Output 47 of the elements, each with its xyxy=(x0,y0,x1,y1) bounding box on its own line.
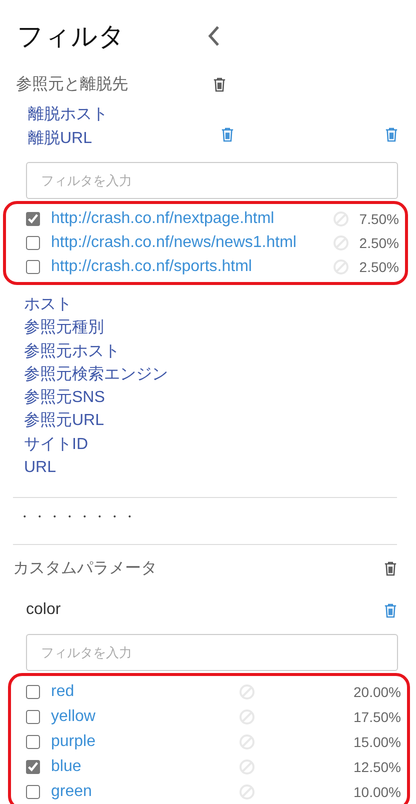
percent-text: 20.00% xyxy=(352,684,401,700)
dots-text: ・・・・・・・・ xyxy=(17,508,139,526)
trash-icon[interactable] xyxy=(221,127,234,142)
checkbox[interactable] xyxy=(26,784,40,799)
percent-text: 15.00% xyxy=(352,734,401,750)
value-link[interactable]: http://crash.co.nf/news/news1.html xyxy=(51,234,296,252)
dimension-option[interactable]: 参照元SNS xyxy=(24,386,105,410)
dimension-option[interactable]: 参照元検索エンジン xyxy=(24,362,168,386)
filter-field[interactable]: フィルタを入力 xyxy=(26,634,398,672)
dimension-option[interactable]: 参照元URL xyxy=(24,409,104,433)
percent-text: 12.50% xyxy=(352,758,401,775)
percent-text: 17.50% xyxy=(352,708,401,725)
checkbox[interactable] xyxy=(26,710,40,724)
value-link[interactable]: purple xyxy=(51,732,96,751)
value-link[interactable]: yellow xyxy=(51,708,96,726)
checkbox[interactable] xyxy=(26,684,40,699)
trash-icon[interactable] xyxy=(384,560,397,576)
dimension-option[interactable]: サイトID xyxy=(24,432,88,456)
checkbox[interactable] xyxy=(26,236,40,250)
percent-text: 7.50% xyxy=(358,211,399,227)
section-label: カスタムパラメータ xyxy=(13,558,157,579)
value-link[interactable]: green xyxy=(51,782,92,801)
trash-icon[interactable] xyxy=(384,602,397,618)
section-label: 参照元と離脱先 xyxy=(16,74,129,94)
field-label[interactable]: 離脱URL xyxy=(28,127,221,151)
percent-text: 2.50% xyxy=(358,235,399,251)
back-icon[interactable] xyxy=(207,25,221,47)
field-label[interactable]: color xyxy=(26,601,61,620)
value-link[interactable]: http://crash.co.nf/nextpage.html xyxy=(51,210,274,228)
value-link[interactable]: blue xyxy=(51,758,82,776)
dimension-option[interactable]: 参照元ホスト xyxy=(24,340,120,363)
percent-text: 2.50% xyxy=(358,259,399,275)
value-link[interactable]: http://crash.co.nf/sports.html xyxy=(51,258,252,276)
trash-icon[interactable] xyxy=(213,76,226,92)
dimension-option[interactable]: URL xyxy=(24,456,56,480)
checkbox[interactable] xyxy=(26,260,40,274)
checkbox[interactable] xyxy=(26,734,40,749)
dimension-option[interactable]: 参照元種別 xyxy=(24,316,104,340)
page-title: フィルタ xyxy=(17,20,126,52)
field-label[interactable]: 離脱ホスト xyxy=(28,103,221,127)
trash-icon[interactable] xyxy=(385,127,398,142)
filter-field[interactable]: フィルタを入力 xyxy=(26,162,398,199)
dimension-option[interactable]: ホスト xyxy=(24,293,72,316)
percent-text: 10.00% xyxy=(352,784,401,800)
checkbox[interactable] xyxy=(26,760,40,774)
checkbox[interactable] xyxy=(26,212,40,226)
value-link[interactable]: red xyxy=(51,682,74,701)
